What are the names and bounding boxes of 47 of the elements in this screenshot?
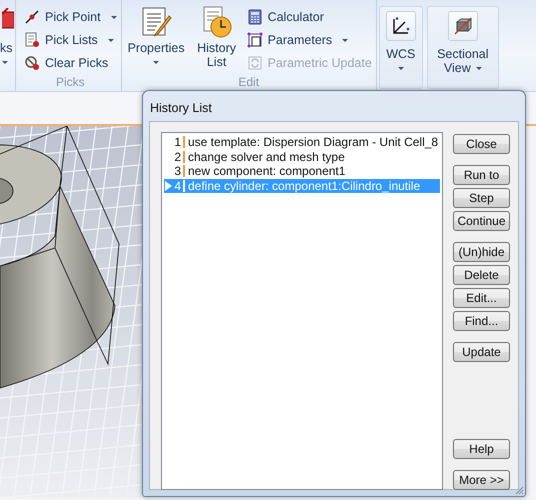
calculator-icon — [246, 9, 263, 25]
ribbon-button[interactable]: Sectional View — [434, 11, 492, 84]
toolbar-button[interactable]: Pick Lists — [24, 31, 117, 49]
dialog-button[interactable]: Find... — [453, 311, 510, 331]
list-row[interactable]: 3 new component: component1 — [164, 164, 440, 178]
dialog-button[interactable]: Step — [453, 188, 510, 208]
toolbar-button[interactable]: Pick Point — [24, 8, 117, 26]
step-text: new component: component1 — [183, 165, 346, 178]
step-text: define cylinder: component1:Cilindro_inutile — [183, 180, 420, 192]
parameter-icon — [246, 32, 263, 48]
group-label: Edit — [237, 75, 260, 89]
refresh-icon — [246, 55, 263, 71]
no-sign-icon — [24, 55, 40, 71]
dialog-button[interactable]: Edit... — [453, 288, 510, 308]
dialog-button[interactable]: Delete — [453, 265, 510, 285]
document-icon — [24, 32, 40, 48]
list-row[interactable]: 2 change solver and mesh type — [164, 150, 440, 164]
step-number: 3 — [173, 163, 181, 180]
step-text: change solver and mesh type — [183, 150, 345, 163]
dialog-button[interactable]: Close — [453, 134, 510, 154]
step-text: use template: Dispersion Diagram - Unit Cell_8 — [183, 136, 438, 148]
step-number: 1 — [173, 134, 181, 152]
dialog-button[interactable]: More >> — [453, 470, 510, 490]
ribbon-button[interactable]: WCS — [386, 11, 416, 84]
pick-point-icon — [24, 9, 40, 25]
step-number: 4 — [173, 178, 181, 195]
dialog-button[interactable]: Run to — [453, 165, 510, 185]
step-number: 2 — [173, 148, 181, 166]
toolbar-button[interactable]: Calculator — [246, 8, 372, 26]
axes-icon — [390, 16, 411, 36]
list-row[interactable]: 1 use template: Dispersion Diagram - Unit Cell_8 — [164, 135, 440, 150]
ribbon-button[interactable]: History List — [192, 4, 241, 75]
block-icon — [2, 8, 14, 30]
section-cube-icon — [452, 16, 473, 36]
group-label: Picks — [54, 75, 86, 89]
pencil-document-icon — [140, 6, 172, 38]
dialog-button[interactable]: Continue — [453, 211, 510, 231]
window-title: History List — [150, 100, 212, 117]
toolbar-button[interactable]: Parameters — [246, 31, 372, 49]
toolbar-button[interactable]: Clear Picks — [24, 54, 117, 72]
dialog-button[interactable]: Help — [453, 439, 510, 459]
ribbon-button[interactable]: ks — [0, 6, 15, 89]
ribbon-button[interactable]: Properties — [126, 4, 187, 75]
dialog-button[interactable]: Update — [453, 342, 510, 362]
clock-document-icon — [200, 6, 233, 38]
dialog-button[interactable]: (Un)hide — [453, 242, 510, 262]
resize-grip-icon[interactable] — [514, 485, 524, 495]
